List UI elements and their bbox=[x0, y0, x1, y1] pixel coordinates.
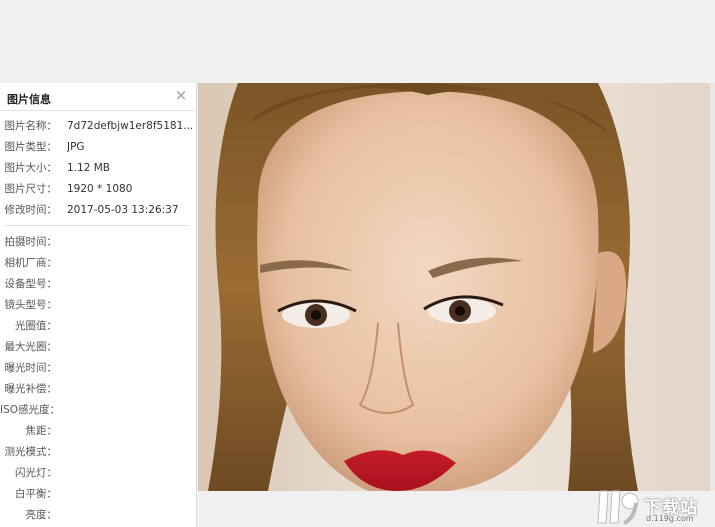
info-row-modified: 修改时间： 2017-05-03 13:26:37 bbox=[0, 200, 197, 220]
info-row-type: 图片类型： JPG bbox=[0, 137, 197, 157]
exif-row: 曝光补偿： bbox=[0, 379, 197, 399]
exif-row: ISO感光度： bbox=[0, 400, 197, 420]
exif-row: 曝光时间： bbox=[0, 358, 197, 378]
exif-row: 焦距： bbox=[0, 421, 197, 441]
exif-label: 光圈值： bbox=[15, 320, 57, 332]
info-value: 7d72defbjw1er8f5181... bbox=[67, 120, 194, 132]
exif-label: 设备型号： bbox=[4, 278, 58, 290]
info-row-name: 图片名称： 7d72defbjw1er8f5181... bbox=[0, 116, 197, 136]
exif-label: 白平衡： bbox=[15, 488, 57, 500]
exif-label: 曝光补偿： bbox=[4, 383, 58, 395]
info-label: 图片类型： bbox=[4, 141, 58, 153]
exif-label: 曝光时间： bbox=[4, 362, 58, 374]
image-viewer-photo[interactable] bbox=[198, 83, 710, 491]
exif-label: 闪光灯： bbox=[15, 467, 57, 479]
info-label: 图片大小： bbox=[4, 162, 58, 174]
portrait-photo bbox=[198, 83, 710, 491]
watermark-badge-icon bbox=[597, 490, 639, 525]
exif-row: 白平衡： bbox=[0, 484, 197, 504]
exif-row: 最大光圈： bbox=[0, 337, 197, 357]
exif-row: 相机厂商： bbox=[0, 253, 197, 273]
divider bbox=[5, 225, 188, 226]
watermark-logo: 下载站 d.119g.com bbox=[594, 487, 715, 527]
exif-label: 测光模式： bbox=[4, 446, 58, 458]
info-value: 1.12 MB bbox=[67, 162, 110, 174]
info-row-size: 图片大小： 1.12 MB bbox=[0, 158, 197, 178]
watermark-domain: d.119g.com bbox=[646, 514, 694, 523]
exif-row: 闪光灯： bbox=[0, 463, 197, 483]
panel-header: 图片信息 × bbox=[0, 83, 196, 111]
exif-label: ISO感光度： bbox=[0, 404, 61, 416]
close-icon[interactable]: × bbox=[172, 85, 190, 105]
info-row-dimensions: 图片尺寸： 1920 * 1080 bbox=[0, 179, 197, 199]
info-value: 2017-05-03 13:26:37 bbox=[67, 204, 179, 216]
info-label: 图片名称： bbox=[4, 120, 58, 132]
panel-title: 图片信息 bbox=[7, 93, 51, 106]
exif-label: 亮度： bbox=[25, 509, 58, 521]
toolbar-area bbox=[0, 0, 715, 82]
exif-row: 拍摄时间： bbox=[0, 232, 197, 252]
exif-row: 镜头型号： bbox=[0, 295, 197, 315]
info-value: JPG bbox=[67, 141, 85, 153]
exif-label: 镜头型号： bbox=[4, 299, 58, 311]
exif-row: 光圈值： bbox=[0, 316, 197, 336]
exif-label: 拍摄时间： bbox=[4, 236, 58, 248]
info-value: 1920 * 1080 bbox=[67, 183, 133, 195]
exif-label: 相机厂商： bbox=[4, 257, 58, 269]
info-label: 修改时间： bbox=[4, 204, 58, 216]
info-label: 图片尺寸： bbox=[4, 183, 58, 195]
exif-row: 测光模式： bbox=[0, 442, 197, 462]
exif-label: 焦距： bbox=[25, 425, 58, 437]
image-info-panel: 图片信息 × 图片名称： 7d72defbjw1er8f5181... 图片类型… bbox=[0, 83, 197, 527]
exif-row: 设备型号： bbox=[0, 274, 197, 294]
right-edge-strip bbox=[710, 83, 715, 491]
exif-label: 最大光圈： bbox=[4, 341, 58, 353]
exif-row: 亮度： bbox=[0, 505, 197, 525]
